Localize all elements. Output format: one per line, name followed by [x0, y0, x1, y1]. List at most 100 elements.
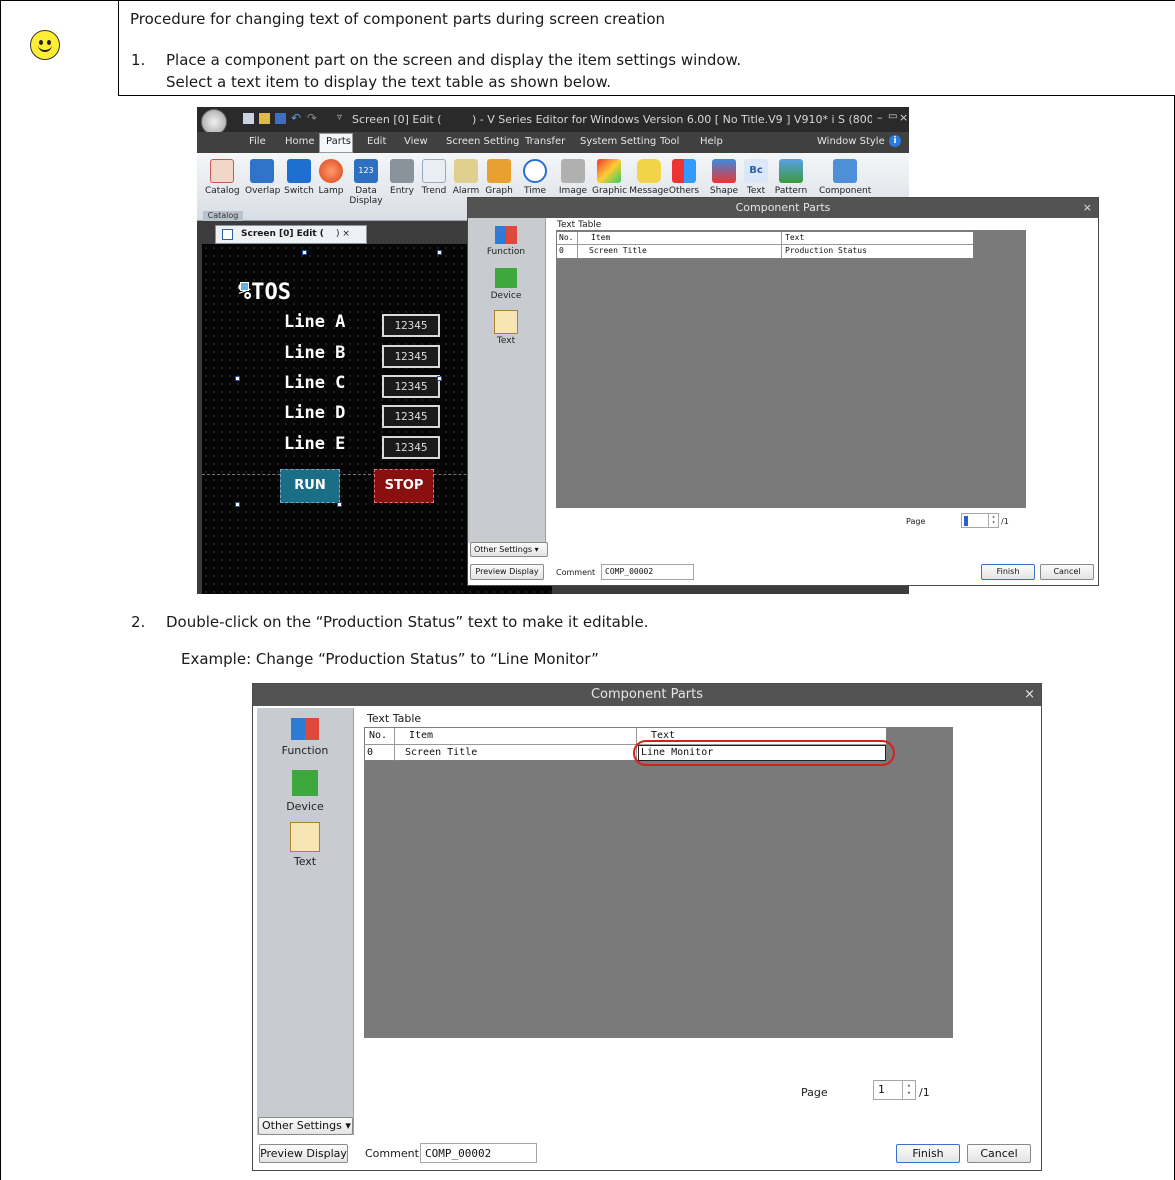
ribbon-entry[interactable]: Entry — [385, 156, 419, 196]
sidebar-item-device[interactable]: Device — [478, 268, 534, 301]
ribbon-trend[interactable]: Trend — [417, 156, 451, 196]
page-input[interactable]: 1 ▴ ▾ — [873, 1080, 916, 1100]
numeric-display[interactable]: 12345 — [382, 405, 440, 428]
other-settings-dropdown[interactable]: Other Settings ▾ — [258, 1117, 353, 1135]
info-icon[interactable]: i — [889, 135, 901, 147]
step1-line2: Select a text item to display the text t… — [166, 73, 611, 91]
ribbon-graph-label: Graph — [485, 186, 513, 196]
graph-icon — [487, 159, 511, 183]
sidebar-item-label: Text — [293, 855, 317, 868]
page-total: /1 — [1001, 517, 1009, 526]
finish-button[interactable]: Finish — [896, 1144, 960, 1163]
comment-input[interactable]: COMP_00002 — [420, 1143, 537, 1163]
dialog-close-icon[interactable]: × — [1083, 198, 1092, 218]
cancel-button[interactable]: Cancel — [1040, 564, 1094, 580]
device-icon — [495, 268, 517, 288]
cancel-button[interactable]: Cancel — [967, 1144, 1031, 1163]
other-settings-label: Other Settings — [474, 545, 533, 554]
ribbon-time[interactable]: Time — [518, 156, 552, 196]
ribbon-overlap[interactable]: Overlap — [245, 156, 280, 196]
menu-system-setting[interactable]: System Setting — [580, 136, 656, 147]
page-input[interactable]: ▴ ▾ — [961, 513, 999, 528]
row-no-cell: 0 — [559, 246, 564, 255]
ribbon-others[interactable]: Others — [667, 156, 701, 196]
ribbon-lamp[interactable]: Lamp — [314, 156, 348, 196]
close-icon[interactable]: × — [899, 111, 908, 124]
preview-display-button[interactable]: Preview Display — [470, 564, 544, 580]
ribbon-shape[interactable]: Shape — [707, 156, 741, 196]
screen-edit-tab[interactable]: Screen [0] Edit ( ) × — [215, 225, 367, 244]
open-folder-icon[interactable] — [259, 113, 270, 124]
ribbon-image[interactable]: Image — [556, 156, 590, 196]
page-spinner-icon[interactable]: ▴ ▾ — [902, 1081, 915, 1099]
ribbon-catalog[interactable]: Catalog — [205, 156, 240, 196]
entry-icon — [390, 159, 414, 183]
maximize-icon[interactable]: ▭ — [888, 111, 897, 122]
numeric-display[interactable]: 12345 — [382, 436, 440, 459]
line-label: Line D — [284, 403, 346, 423]
sidebar-item-function[interactable]: Function — [478, 226, 534, 257]
ribbon-graph[interactable]: Graph — [482, 156, 516, 196]
menu-file[interactable]: File — [249, 136, 266, 147]
run-button[interactable]: RUN — [280, 469, 340, 503]
selection-handle[interactable] — [437, 376, 442, 381]
menu-parts[interactable]: Parts — [326, 136, 351, 147]
sidebar-item-text[interactable]: Text — [478, 310, 534, 346]
window-style-menu[interactable]: Window Style — [817, 136, 885, 147]
text-table-area — [364, 727, 953, 1038]
selection-handle[interactable] — [235, 502, 240, 507]
dialog-close-icon[interactable]: × — [1024, 684, 1035, 706]
new-file-icon[interactable] — [243, 113, 254, 124]
finish-button[interactable]: Finish — [981, 564, 1035, 580]
step2-number: 2. — [131, 613, 146, 631]
col-item-header: Item — [591, 233, 611, 242]
menu-tool[interactable]: Tool — [660, 136, 679, 147]
numeric-display[interactable]: 12345 — [382, 314, 440, 337]
selection-handle[interactable] — [302, 250, 307, 255]
sidebar-item-label: Device — [286, 800, 324, 813]
numeric-display[interactable]: 12345 — [382, 345, 440, 368]
ribbon-message[interactable]: Message — [629, 156, 669, 196]
menu-help[interactable]: Help — [700, 136, 723, 147]
other-settings-dropdown[interactable]: Other Settings ▾ — [470, 542, 548, 557]
minimize-icon[interactable]: – — [877, 111, 883, 124]
menu-transfer[interactable]: Transfer — [525, 136, 565, 147]
numeric-display[interactable]: 12345 — [382, 375, 440, 398]
page-input-value: 1 — [878, 1083, 885, 1096]
sidebar-item-function[interactable]: Function — [267, 718, 343, 757]
save-icon[interactable] — [275, 113, 286, 124]
menu-screen-setting[interactable]: Screen Setting — [446, 136, 519, 147]
redo-icon[interactable]: ↷ — [307, 111, 317, 125]
preview-display-button[interactable]: Preview Display — [259, 1144, 348, 1163]
other-settings-label: Other Settings — [262, 1119, 342, 1132]
sidebar-item-text[interactable]: Text — [267, 822, 343, 868]
step1-line1: Place a component part on the screen and… — [166, 51, 742, 69]
sidebar-item-device[interactable]: Device — [267, 770, 343, 813]
selection-handle[interactable] — [235, 376, 240, 381]
stop-button[interactable]: STOP — [374, 469, 434, 503]
others-icon — [672, 159, 696, 183]
ribbon-alarm[interactable]: Alarm — [449, 156, 483, 196]
page-spinner-icon[interactable]: ▴ ▾ — [988, 514, 998, 527]
menu-view[interactable]: View — [404, 136, 428, 147]
ribbon-component[interactable]: Component — [819, 156, 871, 196]
undo-icon[interactable]: ↶ — [291, 111, 301, 125]
selection-handle[interactable] — [337, 502, 342, 507]
ribbon-data-display[interactable]: 123 Data Display — [349, 156, 383, 206]
menu-home[interactable]: Home — [285, 136, 315, 147]
row-no-cell: 0 — [367, 747, 374, 758]
quick-access-dropdown-icon[interactable]: ▿ — [337, 112, 342, 123]
screen-tab-close[interactable]: ) × — [336, 229, 350, 239]
col-text-header: Text — [785, 233, 805, 242]
ribbon-switch[interactable]: Switch — [282, 156, 316, 196]
ribbon-graphic[interactable]: Graphic — [592, 156, 628, 196]
component-icon — [833, 159, 857, 183]
ribbon-pattern[interactable]: Pattern — [771, 156, 811, 196]
ribbon-text[interactable]: Bc Text — [739, 156, 773, 196]
comment-input[interactable]: COMP_00002 — [601, 564, 694, 580]
menu-edit[interactable]: Edit — [367, 136, 386, 147]
ribbon-graphic-label: Graphic — [592, 186, 628, 196]
selection-handle[interactable] — [437, 250, 442, 255]
device-icon — [292, 770, 318, 796]
row-text-cell[interactable]: Production Status — [785, 246, 867, 255]
